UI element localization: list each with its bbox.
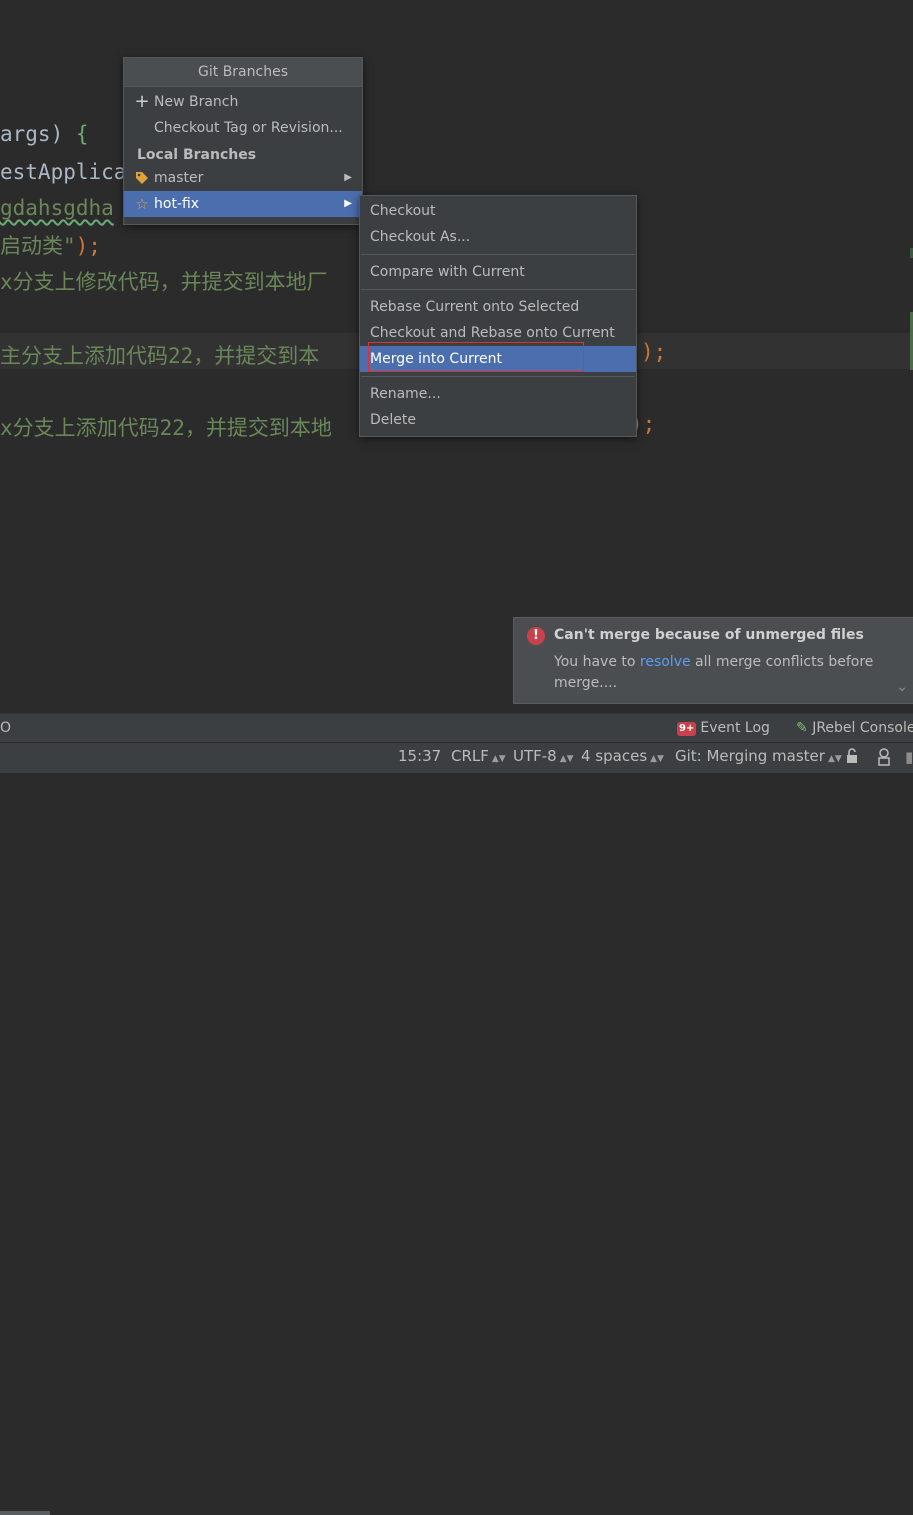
tool-window-bar: O 9+ Event Log ✎ JRebel Console bbox=[0, 713, 913, 743]
rename-item[interactable]: Rename... bbox=[360, 381, 636, 407]
menu-separator bbox=[361, 289, 635, 290]
tag-icon bbox=[134, 165, 150, 194]
encoding-selector[interactable]: UTF-8 ▲▼ bbox=[513, 747, 574, 765]
branch-item-hot-fix[interactable]: ☆ hot-fix ▶ bbox=[124, 191, 362, 217]
code-line: x分支上修改代码，并提交到本地厂 bbox=[0, 270, 328, 294]
event-count-badge: 9+ bbox=[677, 722, 697, 736]
branch-item-master[interactable]: master ▶ bbox=[124, 165, 362, 191]
submenu-arrow-icon: ▶ bbox=[344, 198, 352, 209]
submenu-arrow-icon: ▶ bbox=[344, 172, 352, 183]
lock-icon[interactable] bbox=[846, 748, 860, 768]
tool-window-tab-fragment[interactable]: O bbox=[0, 720, 11, 736]
checkout-tag-item[interactable]: Checkout Tag or Revision... bbox=[124, 115, 362, 141]
code-line: gdahsgdha bbox=[0, 196, 114, 220]
event-log-button[interactable]: 9+ Event Log bbox=[677, 720, 770, 736]
error-icon: ! bbox=[527, 627, 545, 645]
updown-icon: ▲▼ bbox=[559, 754, 574, 764]
inspector-icon[interactable] bbox=[876, 748, 892, 770]
popup-title: Git Branches bbox=[124, 58, 362, 87]
status-bar: 15:37 CRLF ▲▼ UTF-8 ▲▼ 4 spaces ▲▼ Git: Mer… bbox=[0, 742, 913, 1515]
error-notification[interactable]: ! Can't merge because of unmerged files … bbox=[513, 617, 913, 704]
indent-selector[interactable]: 4 spaces ▲▼ bbox=[581, 747, 664, 765]
delete-item[interactable]: Delete bbox=[360, 407, 636, 433]
updown-icon: ▲▼ bbox=[650, 754, 664, 764]
jrebel-icon: ✎ bbox=[796, 720, 808, 736]
rebase-current-item[interactable]: Rebase Current onto Selected bbox=[360, 294, 636, 320]
star-icon: ☆ bbox=[135, 195, 149, 213]
code-line: args) { bbox=[0, 122, 89, 146]
memory-indicator-icon[interactable]: ▮ bbox=[905, 748, 913, 766]
new-branch-item[interactable]: + New Branch bbox=[124, 89, 362, 115]
code-line: estApplicat bbox=[0, 160, 140, 184]
code-line: x分支上添加代码22，并提交到本地 bbox=[0, 416, 332, 440]
checkout-item[interactable]: Checkout bbox=[360, 198, 636, 224]
updown-icon: ▲▼ bbox=[827, 754, 842, 764]
menu-separator bbox=[361, 376, 635, 377]
chevron-down-icon[interactable]: ⌄ bbox=[896, 679, 908, 695]
branch-actions-submenu: Checkout Checkout As... Compare with Cur… bbox=[359, 195, 637, 437]
git-branches-popup: Git Branches + New Branch Checkout Tag o… bbox=[123, 57, 363, 225]
code-line: 主分支上添加代码22，并提交到本 bbox=[0, 344, 320, 368]
menu-separator bbox=[361, 254, 635, 255]
jrebel-console-button[interactable]: ✎ JRebel Console bbox=[796, 720, 913, 736]
code-line: 启动类"); bbox=[0, 234, 101, 258]
plus-icon: + bbox=[134, 91, 150, 112]
code-line-end: ); bbox=[641, 340, 667, 364]
local-branches-header: Local Branches bbox=[137, 147, 257, 163]
line-separator-selector[interactable]: CRLF ▲▼ bbox=[451, 747, 506, 765]
git-branch-selector[interactable]: Git: Merging master ▲▼ bbox=[675, 747, 842, 765]
notification-title: Can't merge because of unmerged files bbox=[554, 627, 864, 643]
checkout-as-item[interactable]: Checkout As... bbox=[360, 224, 636, 250]
updown-icon: ▲▼ bbox=[491, 754, 506, 764]
resolve-link[interactable]: resolve bbox=[640, 654, 691, 670]
caret-position[interactable]: 15:37 bbox=[398, 747, 441, 765]
annotation-highlight-box bbox=[368, 342, 584, 372]
compare-with-current-item[interactable]: Compare with Current bbox=[360, 259, 636, 285]
notification-body: You have to resolve all merge conflicts … bbox=[554, 654, 874, 691]
horizontal-scrollbar[interactable] bbox=[0, 1511, 50, 1515]
